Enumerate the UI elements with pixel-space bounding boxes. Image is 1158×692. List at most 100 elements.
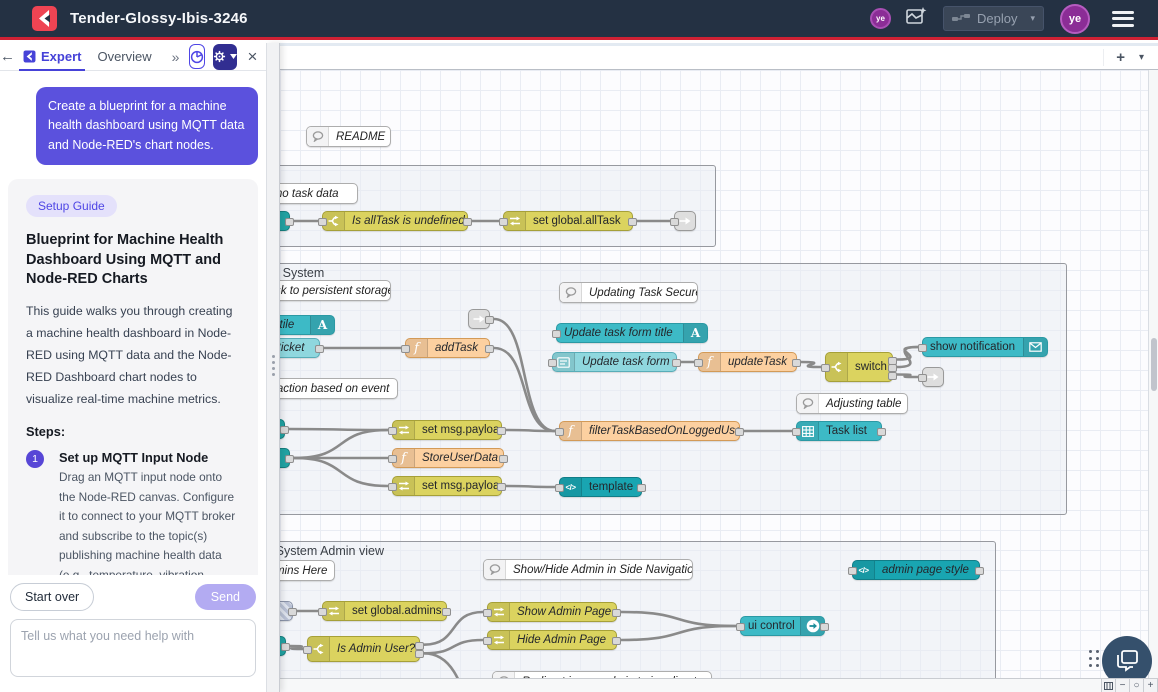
back-arrow-icon[interactable]: ←	[0, 48, 15, 65]
node-demoData[interactable]: Demo task data	[280, 183, 358, 204]
input-port[interactable]	[388, 455, 397, 463]
node-linkOut1[interactable]	[674, 211, 696, 231]
node-isAllTask[interactable]: Is allTask is undefined	[322, 211, 468, 231]
send-button[interactable]: Send	[195, 584, 256, 610]
input-port[interactable]	[848, 567, 857, 575]
node-formTitle1[interactable]: Update task form titileA	[280, 315, 335, 335]
canvas-vertical-scrollbar[interactable]	[1148, 70, 1158, 678]
input-port[interactable]	[483, 609, 492, 617]
input-port[interactable]	[552, 330, 561, 338]
output-port[interactable]	[288, 608, 297, 616]
node-addTask[interactable]: faddTask	[405, 338, 490, 358]
node-sliver1[interactable]	[280, 211, 290, 231]
output-port[interactable]	[499, 455, 508, 463]
zoom-reset-button[interactable]: ○	[1130, 679, 1144, 692]
output-port[interactable]	[281, 643, 290, 651]
input-port[interactable]	[792, 428, 801, 436]
output-port[interactable]	[735, 428, 744, 436]
input-port[interactable]	[555, 428, 564, 436]
node-adjTable[interactable]: Adjusting table	[796, 393, 908, 414]
assistant-conversation[interactable]: Create a blueprint for a machine health …	[0, 71, 266, 575]
output-port[interactable]	[415, 650, 424, 658]
node-setAdmins[interactable]: set global.admins	[322, 601, 447, 621]
node-showNotif[interactable]: show notification	[922, 337, 1048, 357]
assistant-chat-fab[interactable]	[1102, 636, 1152, 678]
node-updSecurely[interactable]: Updating Task Securely	[559, 282, 698, 303]
node-saveTask[interactable]: Save task to persistent storage	[280, 280, 391, 301]
input-port[interactable]	[821, 364, 830, 372]
node-linkIn1[interactable]	[468, 309, 490, 329]
tab-expert[interactable]: Expert	[15, 43, 89, 71]
node-showAdmin[interactable]: Show Admin Page	[487, 602, 617, 622]
output-port[interactable]	[497, 483, 506, 491]
main-menu-icon[interactable]	[1112, 11, 1134, 27]
node-addTicket[interactable]: Add ticket	[280, 338, 320, 358]
close-icon[interactable]: ×	[237, 47, 266, 67]
minimap-button[interactable]	[1102, 679, 1116, 692]
node-setPayloadB[interactable]: set msg.payload	[392, 476, 502, 496]
output-port[interactable]	[485, 316, 494, 324]
node-redirect[interactable]: Redirect is non-admin trying direct acce…	[492, 671, 712, 678]
output-port[interactable]	[280, 426, 289, 434]
node-sliver2[interactable]	[280, 448, 290, 468]
node-switch2[interactable]: switch	[825, 352, 893, 382]
input-port[interactable]	[318, 218, 327, 226]
input-port[interactable]	[388, 483, 397, 491]
node-admins[interactable]: Add Your Admins Here	[280, 560, 335, 581]
node-chooseAction[interactable]: Choose action based on event	[280, 378, 398, 399]
output-port[interactable]	[463, 218, 472, 226]
node-template1[interactable]: </>template	[559, 477, 642, 497]
node-updateTask[interactable]: fupdateTask	[698, 352, 797, 372]
output-port[interactable]	[285, 218, 294, 226]
zoom-out-button[interactable]: −	[1116, 679, 1130, 692]
output-port[interactable]	[285, 455, 294, 463]
input-port[interactable]	[555, 484, 564, 492]
input-port[interactable]	[401, 345, 410, 353]
tab-overview[interactable]: Overview	[89, 43, 159, 71]
scrollbar-thumb[interactable]	[1151, 338, 1157, 391]
output-port[interactable]	[637, 484, 646, 492]
output-port[interactable]	[877, 428, 886, 436]
ai-assistant-icon[interactable]	[905, 5, 927, 32]
settings-button[interactable]	[213, 44, 237, 70]
node-hiddenNode[interactable]	[280, 419, 285, 439]
node-uiControl[interactable]: ui control	[740, 616, 825, 636]
node-showHide[interactable]: Show/Hide Admin in Side Navigation	[483, 559, 693, 580]
g-demo-task[interactable]	[280, 165, 716, 247]
node-taskList[interactable]: Task list	[796, 421, 882, 441]
input-port[interactable]	[694, 359, 703, 367]
output-port[interactable]	[442, 608, 451, 616]
input-port[interactable]	[736, 623, 745, 631]
output-port[interactable]	[612, 609, 621, 617]
output-port[interactable]	[888, 372, 897, 380]
node-formTitle2[interactable]: Update task form titleA	[556, 323, 708, 343]
input-port[interactable]	[303, 646, 312, 654]
output-port[interactable]	[315, 345, 324, 353]
node-filterTask[interactable]: ffilterTaskBasedOnLoggedUser	[559, 421, 740, 441]
fab-drag-handle[interactable]	[1089, 650, 1099, 667]
node-updForm[interactable]: Update task form	[552, 352, 677, 372]
usage-pie-button[interactable]	[189, 44, 205, 69]
output-port[interactable]	[612, 637, 621, 645]
start-over-button[interactable]: Start over	[10, 583, 94, 611]
zoom-in-button[interactable]: +	[1144, 679, 1158, 692]
input-port[interactable]	[318, 608, 327, 616]
flow-workspace[interactable]: Task Management SystemTask Management Sy…	[280, 70, 1158, 678]
output-port[interactable]	[975, 567, 984, 575]
output-port[interactable]	[497, 427, 506, 435]
node-setPayloadA[interactable]: set msg.payload	[392, 420, 502, 440]
output-port[interactable]	[820, 623, 829, 631]
node-hatched[interactable]	[280, 601, 293, 621]
more-tabs-icon[interactable]: »	[166, 49, 186, 65]
assistant-input[interactable]	[10, 619, 256, 677]
flow-list-caret-icon[interactable]: ▾	[1137, 52, 1158, 63]
team-avatar[interactable]: ye	[870, 8, 891, 29]
output-port[interactable]	[628, 218, 637, 226]
output-port[interactable]	[672, 359, 681, 367]
output-port[interactable]	[415, 642, 424, 650]
node-isAdmin[interactable]: Is Admin User?	[307, 636, 420, 662]
node-linkOut2[interactable]	[922, 367, 944, 387]
node-setAllTask[interactable]: set global.allTask	[503, 211, 633, 231]
output-port[interactable]	[792, 359, 801, 367]
sidebar-resize-handle[interactable]	[266, 43, 280, 692]
